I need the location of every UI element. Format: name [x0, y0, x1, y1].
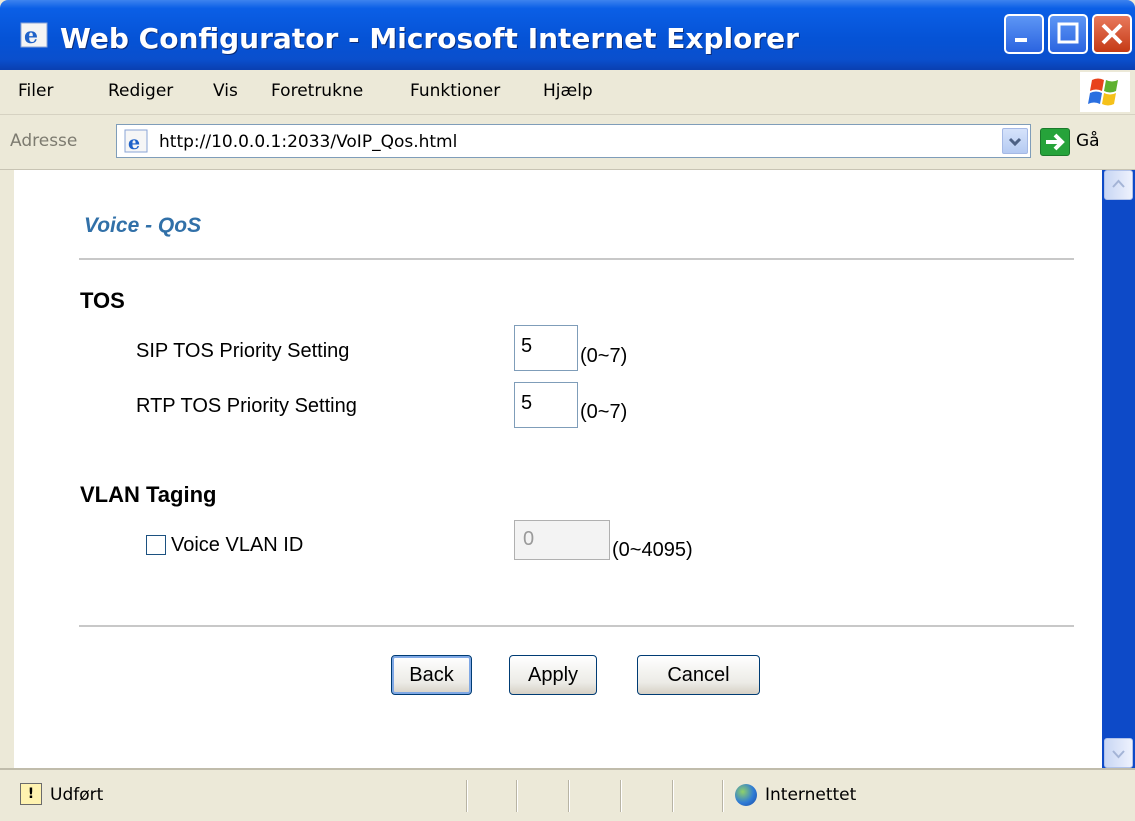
window-title: Web Configurator - Microsoft Internet Ex… — [60, 22, 799, 55]
menu-hjaelp[interactable]: Hjælp — [543, 81, 593, 101]
address-url: http://10.0.0.1:2033/VoIP_Qos.html — [159, 132, 458, 152]
back-button[interactable]: Back — [391, 655, 472, 695]
minimize-icon — [1015, 38, 1027, 42]
status-separator — [672, 780, 674, 812]
divider — [79, 625, 1074, 627]
menu-bar: Filer Rediger Vis Foretrukne Funktioner … — [0, 70, 1135, 115]
go-label[interactable]: Gå — [1076, 131, 1100, 151]
cancel-button[interactable]: Cancel — [637, 655, 760, 695]
address-dropdown-button[interactable] — [1002, 128, 1028, 154]
chevron-up-icon — [1112, 179, 1125, 188]
close-icon — [1101, 23, 1123, 45]
status-separator — [516, 780, 518, 812]
chevron-down-icon — [1008, 137, 1022, 147]
status-separator — [620, 780, 622, 812]
page-icon: e — [124, 129, 148, 154]
status-bar: ! Udført Internettet — [0, 768, 1135, 821]
ie-icon: e — [20, 22, 48, 49]
voice-vlan-checkbox[interactable] — [146, 535, 166, 555]
page-title: Voice - QoS — [84, 214, 202, 237]
rtp-tos-range: (0~7) — [580, 401, 628, 423]
scroll-down-button[interactable] — [1104, 738, 1133, 768]
sip-tos-input[interactable]: 5 — [514, 325, 578, 371]
vertical-scrollbar[interactable] — [1102, 170, 1135, 768]
status-separator — [568, 780, 570, 812]
sip-tos-label: SIP TOS Priority Setting — [136, 340, 350, 362]
address-input[interactable]: e http://10.0.0.1:2033/VoIP_Qos.html — [116, 124, 1031, 158]
menu-filer[interactable]: Filer — [18, 81, 53, 101]
sip-tos-range: (0~7) — [580, 345, 628, 367]
voice-vlan-range: (0~4095) — [612, 539, 693, 561]
voice-vlan-id-input[interactable]: 0 — [514, 520, 610, 560]
tos-heading: TOS — [80, 288, 125, 313]
menu-foretrukne[interactable]: Foretrukne — [271, 81, 363, 101]
svg-text:e: e — [128, 132, 140, 154]
rtp-tos-input[interactable]: 5 — [514, 382, 578, 428]
svg-text:e: e — [24, 23, 38, 49]
arrow-right-icon — [1046, 133, 1065, 151]
go-button[interactable] — [1040, 128, 1070, 156]
warning-page-icon: ! — [20, 783, 42, 805]
rtp-tos-label: RTP TOS Priority Setting — [136, 395, 357, 417]
page-content: Voice - QoS TOS SIP TOS Priority Setting… — [14, 170, 1102, 768]
apply-button[interactable]: Apply — [509, 655, 597, 695]
scroll-up-button[interactable] — [1104, 170, 1133, 200]
browser-window: e Web Configurator - Microsoft Internet … — [0, 0, 1135, 821]
vlan-heading: VLAN Taging — [80, 482, 217, 507]
menu-vis[interactable]: Vis — [213, 81, 238, 101]
status-separator — [722, 780, 724, 812]
chevron-down-icon — [1112, 750, 1125, 759]
maximize-button[interactable] — [1048, 14, 1088, 54]
voice-vlan-label[interactable]: Voice VLAN ID — [171, 534, 303, 557]
minimize-button[interactable] — [1004, 14, 1044, 54]
status-separator — [466, 780, 468, 812]
windows-logo — [1080, 72, 1130, 112]
address-bar: Adresse e http://10.0.0.1:2033/VoIP_Qos.… — [0, 115, 1135, 170]
divider — [79, 258, 1074, 260]
globe-icon — [735, 784, 757, 806]
title-bar[interactable]: e Web Configurator - Microsoft Internet … — [0, 0, 1135, 70]
menu-funktioner[interactable]: Funktioner — [410, 81, 500, 101]
zone-text: Internettet — [765, 785, 857, 805]
status-text: Udført — [50, 785, 104, 805]
menu-rediger[interactable]: Rediger — [108, 81, 173, 101]
address-label: Adresse — [10, 131, 78, 151]
maximize-icon — [1057, 22, 1079, 44]
close-button[interactable] — [1092, 14, 1132, 54]
